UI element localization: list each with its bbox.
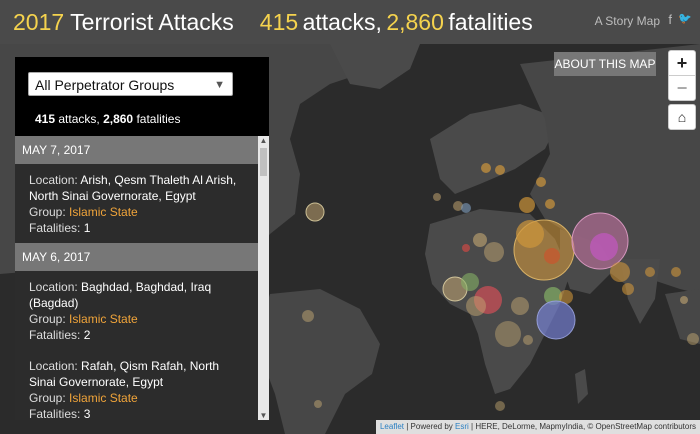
list-item[interactable]: Location: Arish, Qesm Thaleth Al Arish, … — [15, 164, 255, 243]
page-title: Terrorist Attacks — [70, 8, 234, 35]
date-header: MAY 6, 2017 — [15, 243, 269, 271]
attack-list[interactable]: MAY 7, 2017 Location: Arish, Qesm Thalet… — [15, 136, 269, 420]
attack-marker — [590, 233, 618, 261]
about-this-map-button[interactable]: ABOUT THIS MAP — [554, 52, 656, 76]
sidebar-panel: All Perpetrator Groups ▼ 415 attacks, 2,… — [15, 57, 269, 420]
fatalities-value: 1 — [83, 221, 91, 235]
home-icon[interactable]: ⌂ — [668, 104, 696, 130]
location-label: Location: — [29, 173, 78, 187]
fatalities-value: 2 — [83, 328, 91, 342]
attack-marker — [519, 197, 535, 213]
fatalities-label: Fatalities: — [29, 328, 81, 342]
group-value: Islamic State — [69, 391, 138, 405]
location-label: Location: — [29, 359, 78, 373]
chevron-down-icon: ▼ — [214, 79, 225, 91]
summary-stats: 415 attacks, 2,860 fatalities — [35, 112, 180, 126]
date-header: MAY 7, 2017 — [15, 136, 269, 164]
location-label: Location: — [29, 280, 78, 294]
attack-marker — [516, 220, 544, 248]
header-attacks-count: 415 — [259, 8, 299, 35]
summary-attacks-label: attacks, — [58, 112, 100, 126]
group-label: Group: — [29, 312, 66, 326]
attack-marker — [433, 193, 441, 201]
fatalities-label: Fatalities: — [29, 407, 81, 420]
attack-marker — [461, 273, 479, 291]
attack-marker — [305, 202, 325, 222]
attack-marker — [536, 300, 576, 340]
attack-marker — [481, 163, 491, 173]
storymap-link[interactable]: A Story Map — [595, 14, 660, 28]
fatalities-value: 3 — [83, 407, 91, 420]
attack-marker — [536, 177, 546, 187]
attack-marker — [645, 267, 655, 277]
zoom-control: + − — [668, 50, 696, 101]
attack-marker — [495, 401, 505, 411]
attack-marker — [680, 296, 688, 304]
attack-marker — [545, 199, 555, 209]
attribution-powered: | Powered by — [406, 422, 453, 431]
esri-link[interactable]: Esri — [455, 422, 469, 431]
summary-fatalities-count: 2,860 — [103, 112, 134, 126]
facebook-icon[interactable]: f — [668, 12, 672, 27]
header-fatalities-label: fatalities — [448, 8, 533, 35]
summary-fatalities-label: fatalities — [136, 112, 181, 126]
list-item[interactable]: Location: Baghdad, Baghdad, Iraq (Bagdad… — [15, 271, 255, 350]
attack-marker — [687, 333, 699, 345]
select-value: All Perpetrator Groups — [35, 77, 175, 93]
attack-marker — [314, 400, 322, 408]
zoom-in-button[interactable]: + — [669, 51, 695, 75]
attack-marker — [622, 283, 634, 295]
south-america-land — [260, 289, 380, 434]
header-stats: 415 attacks, 2,860 fatalities — [260, 9, 533, 36]
scroll-down-icon[interactable]: ▼ — [258, 411, 269, 420]
group-value: Islamic State — [69, 312, 138, 326]
attack-marker — [495, 321, 521, 347]
scroll-up-icon[interactable]: ▲ — [258, 136, 269, 145]
attack-marker — [495, 165, 505, 175]
greenland-land — [330, 44, 420, 89]
attack-marker — [523, 335, 533, 345]
attack-marker — [544, 248, 560, 264]
attribution-credits: | HERE, DeLorme, MapmyIndia, © OpenStree… — [471, 422, 696, 431]
group-value: Islamic State — [69, 205, 138, 219]
fatalities-label: Fatalities: — [29, 221, 81, 235]
leaflet-link[interactable]: Leaflet — [380, 422, 404, 431]
header-attacks-label: attacks, — [302, 8, 382, 35]
title-year: 2017 — [13, 8, 65, 35]
scroll-thumb[interactable] — [260, 148, 267, 176]
header-fatalities-count: 2,860 — [386, 8, 444, 35]
list-scrollbar[interactable]: ▲ ▼ — [258, 136, 269, 420]
attack-marker — [671, 267, 681, 277]
group-label: Group: — [29, 391, 66, 405]
attack-marker — [462, 244, 470, 252]
list-item[interactable]: Location: Rafah, Qism Rafah, North Sinai… — [15, 350, 255, 420]
madagascar-land — [575, 369, 588, 404]
app-header: 2017 Terrorist Attacks 415 attacks, 2,86… — [0, 0, 700, 44]
attack-marker — [484, 242, 504, 262]
map-attribution: Leaflet | Powered by Esri | HERE, DeLorm… — [375, 420, 700, 434]
attack-marker — [466, 296, 486, 316]
attack-marker — [610, 262, 630, 282]
twitter-icon[interactable]: 🐦 — [678, 12, 692, 25]
attack-marker — [511, 297, 529, 315]
summary-attacks-count: 415 — [35, 112, 56, 126]
perpetrator-group-select[interactable]: All Perpetrator Groups ▼ — [28, 72, 233, 96]
group-label: Group: — [29, 205, 66, 219]
attack-marker — [461, 203, 471, 213]
attack-marker — [473, 233, 487, 247]
zoom-out-button[interactable]: − — [669, 75, 695, 100]
attack-marker — [302, 310, 314, 322]
